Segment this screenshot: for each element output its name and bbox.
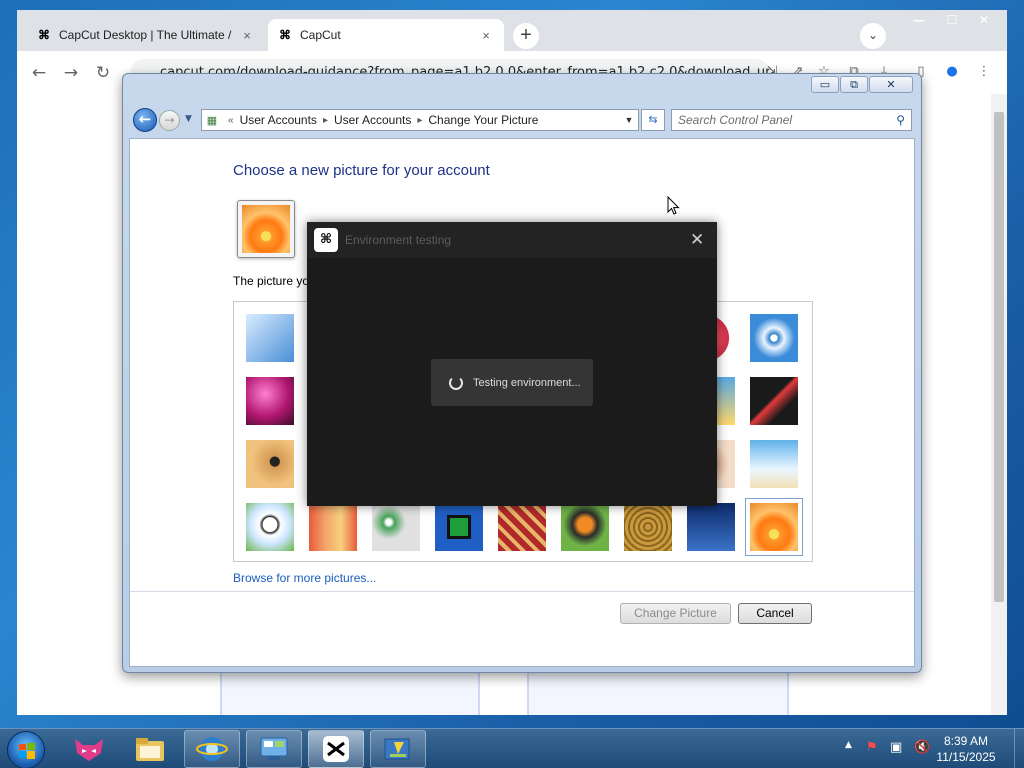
capcut-favicon-icon: ⌘ bbox=[279, 28, 291, 42]
taskbar-explorer-icon[interactable] bbox=[122, 730, 178, 768]
breadcrumb-user-accounts-2[interactable]: User Accounts bbox=[334, 113, 411, 127]
windows-logo-icon bbox=[19, 743, 35, 759]
cp-maximize-button[interactable]: ⧉ bbox=[840, 76, 868, 93]
search-icon[interactable]: ⚲ bbox=[896, 113, 905, 127]
browser-minimize-button[interactable]: — bbox=[904, 10, 934, 30]
picture-tile-lighthouse[interactable] bbox=[687, 503, 735, 551]
start-button[interactable] bbox=[7, 731, 45, 768]
forward-button[interactable]: → bbox=[59, 61, 83, 85]
new-tab-button[interactable]: + bbox=[513, 23, 539, 49]
volume-muted-icon[interactable]: 🔇 bbox=[914, 740, 930, 755]
cp-minimize-button[interactable]: ▭ bbox=[811, 76, 839, 93]
cp-navigation: ← → bbox=[131, 107, 181, 133]
picture-tile-guitar[interactable] bbox=[246, 440, 294, 488]
search-placeholder: Search Control Panel bbox=[678, 113, 793, 127]
clock-date: 11/15/2025 bbox=[936, 750, 996, 764]
tab-title: CapCut bbox=[300, 28, 341, 42]
clock-time: 8:39 AM bbox=[943, 734, 989, 748]
picture-tile-wicker[interactable] bbox=[624, 503, 672, 551]
current-account-picture bbox=[237, 200, 295, 258]
recent-pages-dropdown-icon[interactable]: ▼ bbox=[185, 114, 195, 124]
picture-tile-window-art[interactable] bbox=[435, 503, 483, 551]
breadcrumb-user-accounts[interactable]: User Accounts bbox=[240, 113, 317, 127]
reload-button[interactable]: ↻ bbox=[91, 61, 115, 85]
tab-close-icon[interactable]: × bbox=[478, 28, 494, 43]
taskbar-ie-icon[interactable] bbox=[184, 730, 240, 768]
cp-back-button[interactable]: ← bbox=[133, 108, 157, 132]
tab-capcut[interactable]: ⌘ CapCut × bbox=[268, 19, 504, 51]
taskbar-app-fox-icon[interactable] bbox=[61, 730, 117, 768]
mouse-cursor-icon bbox=[667, 196, 680, 215]
browser-close-button[interactable]: ✕ bbox=[969, 10, 999, 30]
environment-testing-dialog: ⌘ Environment testing ✕ Testing environm… bbox=[307, 222, 717, 506]
breadcrumb-change-your-picture[interactable]: Change Your Picture bbox=[428, 113, 538, 127]
taskbar-control-panel-icon[interactable] bbox=[246, 730, 302, 768]
menu-button[interactable]: ⋮ bbox=[973, 61, 995, 83]
taskbar-app-icon[interactable] bbox=[370, 730, 426, 768]
network-icon[interactable]: ▣ bbox=[890, 740, 902, 755]
taskbar: ▲ ⚑ ▣ 🔇 8:39 AM 11/15/2025 bbox=[0, 728, 1024, 768]
browser-maximize-button[interactable]: ☐ bbox=[937, 10, 967, 30]
picture-tile-butterfly[interactable] bbox=[561, 503, 609, 551]
picture-tile-ferris-wheel[interactable] bbox=[750, 314, 798, 362]
cp-address-bar[interactable]: ▦ « User Accounts ▸ User Accounts ▸ Chan… bbox=[201, 109, 639, 131]
picture-tile-textile[interactable] bbox=[498, 503, 546, 551]
tab-close-icon[interactable]: × bbox=[239, 28, 255, 43]
window-controls: ▭ ⧉ ✕ bbox=[810, 76, 913, 94]
picture-description: The picture yo bbox=[233, 274, 310, 288]
loading-toast: Testing environment... bbox=[431, 359, 593, 406]
spinner-icon bbox=[449, 375, 463, 390]
tab-search-button[interactable]: ⌄ bbox=[860, 23, 886, 49]
picture-tile-origami-crane[interactable] bbox=[750, 377, 798, 425]
picture-tile-bowling-ball[interactable] bbox=[246, 377, 294, 425]
change-picture-button[interactable]: Change Picture bbox=[620, 603, 731, 624]
divider bbox=[130, 591, 914, 592]
cp-close-button[interactable]: ✕ bbox=[869, 76, 913, 93]
action-center-icon[interactable]: ⚑ bbox=[866, 740, 878, 755]
picture-tile-roller-coaster[interactable] bbox=[246, 314, 294, 362]
cancel-button[interactable]: Cancel bbox=[738, 603, 812, 624]
breadcrumb-separator[interactable]: ▸ bbox=[411, 115, 428, 126]
dialog-title-bar: ⌘ Environment testing ✕ bbox=[307, 222, 717, 258]
breadcrumb-separator[interactable]: ▸ bbox=[317, 115, 334, 126]
cp-forward-button[interactable]: → bbox=[159, 110, 180, 131]
dialog-title: Environment testing bbox=[345, 233, 452, 247]
show-hidden-icons-button[interactable]: ▲ bbox=[845, 740, 852, 750]
search-control-panel-input[interactable]: Search Control Panel ⚲ bbox=[671, 109, 912, 131]
picture-tile-marbles[interactable] bbox=[372, 503, 420, 551]
tab-title: CapCut Desktop | The Ultimate / bbox=[59, 28, 232, 42]
control-panel-icon: ▦ bbox=[206, 114, 218, 127]
back-button[interactable]: ← bbox=[27, 61, 51, 85]
picture-tile-soccer-ball[interactable] bbox=[246, 503, 294, 551]
tab-capcut-desktop[interactable]: ⌘ CapCut Desktop | The Ultimate / × bbox=[27, 19, 265, 51]
picture-tile-fabric[interactable] bbox=[309, 503, 357, 551]
loading-status: Testing environment... bbox=[473, 376, 581, 389]
system-clock[interactable]: 8:39 AM 11/15/2025 bbox=[935, 733, 997, 765]
page-scrollbar[interactable] bbox=[991, 94, 1007, 715]
address-dropdown-icon[interactable]: ▼ bbox=[620, 115, 638, 125]
dialog-close-button[interactable]: ✕ bbox=[690, 230, 704, 250]
capcut-favicon-icon: ⌘ bbox=[38, 28, 50, 42]
picture-tile-orange-flower[interactable] bbox=[745, 498, 803, 556]
page-title: Choose a new picture for your account bbox=[233, 162, 490, 179]
taskbar-capcut-icon[interactable] bbox=[308, 730, 364, 768]
profile-avatar-icon[interactable]: ● bbox=[941, 61, 963, 83]
scrollbar-thumb[interactable] bbox=[994, 112, 1004, 602]
browse-more-pictures-link[interactable]: Browse for more pictures... bbox=[233, 571, 376, 585]
refresh-icon[interactable]: ⇆ bbox=[641, 109, 665, 131]
picture-tile-sailboat[interactable] bbox=[750, 440, 798, 488]
capcut-logo-icon: ⌘ bbox=[314, 228, 338, 252]
show-desktop-button[interactable] bbox=[1014, 729, 1024, 768]
breadcrumb-overflow[interactable]: « bbox=[222, 115, 240, 126]
